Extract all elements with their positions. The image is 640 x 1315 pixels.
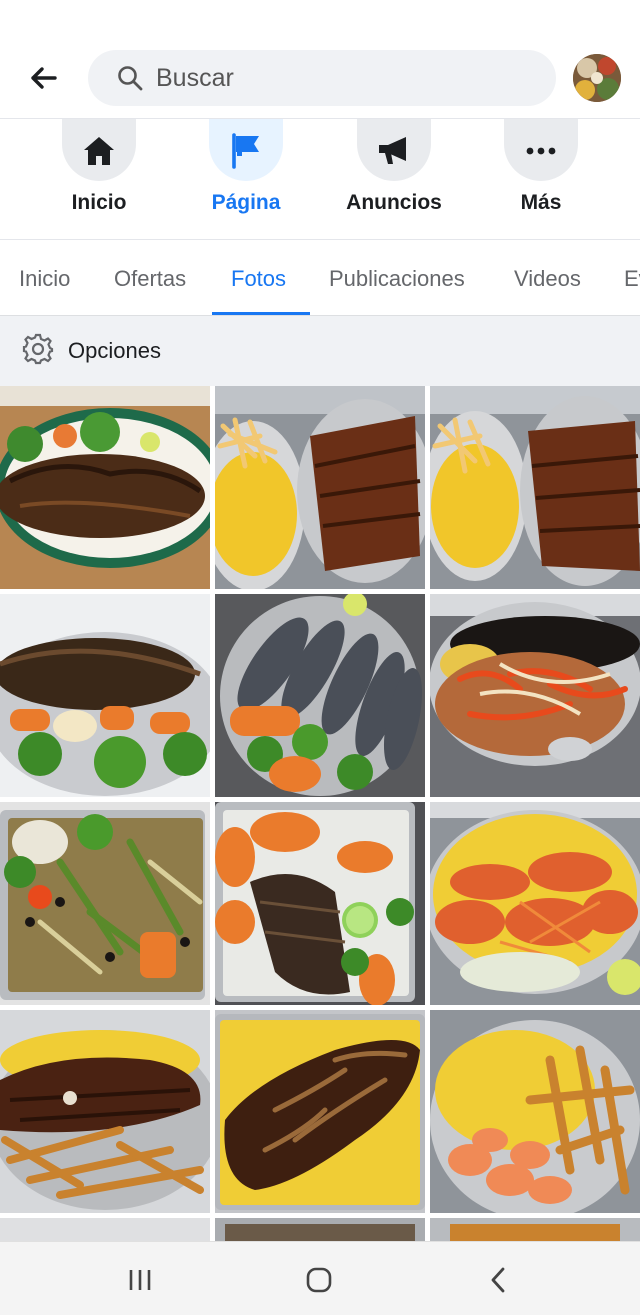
photo-beef-beans-rice[interactable]	[430, 594, 640, 797]
more-icon	[504, 119, 578, 181]
action-label: Inicio	[71, 191, 127, 214]
photo-shrimp-rice[interactable]	[430, 802, 640, 1005]
photo-steak-fries-rice[interactable]	[0, 1010, 210, 1213]
photo-partial[interactable]	[430, 1218, 640, 1241]
action-mas[interactable]: Más	[476, 119, 606, 215]
options-button[interactable]: Opciones	[0, 316, 640, 386]
tab-fotos[interactable]: Fotos	[231, 266, 286, 292]
gear-icon	[22, 333, 54, 370]
photo-whole-grilled-fish[interactable]	[0, 386, 210, 589]
top-bar	[0, 0, 640, 118]
action-label: Más	[520, 191, 562, 214]
recent-apps-icon[interactable]	[120, 1260, 160, 1300]
back-button-icon[interactable]	[478, 1260, 518, 1300]
tab-publicaciones[interactable]: Publicaciones	[329, 266, 465, 292]
home-button-icon[interactable]	[299, 1260, 339, 1300]
flag-icon	[209, 119, 283, 181]
photo-partial[interactable]	[215, 1218, 425, 1241]
search-input[interactable]	[156, 63, 516, 93]
photo-ribs-fries-rice[interactable]	[215, 386, 425, 589]
tab-ofertas[interactable]: Ofertas	[114, 266, 186, 292]
system-navigation-bar	[0, 1241, 640, 1315]
action-inicio[interactable]: Inicio	[34, 119, 164, 215]
photo-grilled-sardines[interactable]	[215, 594, 425, 797]
action-label: Anuncios	[346, 191, 442, 214]
action-anuncios[interactable]: Anuncios	[329, 119, 459, 215]
page-actions: Inicio Página Anuncios Más	[0, 118, 640, 240]
action-pagina[interactable]: Página	[181, 119, 311, 215]
tab-videos[interactable]: Videos	[514, 266, 581, 292]
photo-partial[interactable]	[0, 1218, 210, 1241]
options-label: Opciones	[68, 338, 161, 363]
home-icon	[62, 119, 136, 181]
tab-eventos[interactable]: Ev	[624, 266, 640, 292]
action-label: Página	[211, 191, 281, 214]
photo-fried-fish-vegetables[interactable]	[0, 594, 210, 797]
back-arrow-icon[interactable]	[22, 58, 64, 98]
avatar[interactable]	[573, 54, 621, 102]
search-bar[interactable]	[88, 50, 556, 106]
page-tabs: Inicio Ofertas Fotos Publicaciones Video…	[0, 240, 640, 316]
photo-grid	[0, 386, 640, 1241]
photo-ribs-fries-rice[interactable]	[430, 386, 640, 589]
search-icon	[116, 64, 144, 92]
megaphone-icon	[357, 119, 431, 181]
photo-grilled-fish-fillet-tray[interactable]	[215, 802, 425, 1005]
photo-stir-fry-tray[interactable]	[0, 802, 210, 1005]
tab-inicio[interactable]: Inicio	[19, 266, 70, 292]
photo-steak-onions-rice[interactable]	[215, 1010, 425, 1213]
photo-shrimp-fries-rice[interactable]	[430, 1010, 640, 1213]
